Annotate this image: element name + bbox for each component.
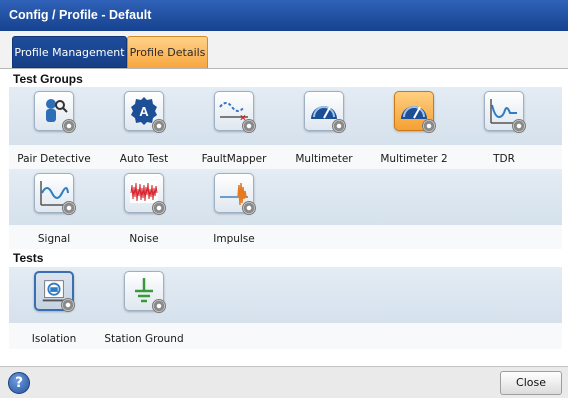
tab-profile-management[interactable]: Profile Management <box>12 36 127 68</box>
pair-detective-item[interactable]: Pair Detective <box>9 69 99 169</box>
profile-details-panel: Test Groups Tests Pair Detective A Auto … <box>9 69 562 361</box>
svg-text:A: A <box>139 104 149 119</box>
ground-icon[interactable] <box>124 271 166 313</box>
tdr-label: TDR <box>493 153 515 165</box>
impulse-icon[interactable] <box>214 173 256 215</box>
faultmapper-icon[interactable]: × <box>214 91 256 133</box>
signal-item[interactable]: Signal <box>9 169 99 249</box>
multimeter-2-icon[interactable] <box>394 91 436 133</box>
impulse-item[interactable]: Impulse <box>189 169 279 249</box>
impulse-label: Impulse <box>213 233 255 245</box>
isolation-icon[interactable] <box>34 271 75 312</box>
faultmapper-label: FaultMapper <box>201 153 267 165</box>
noise-item[interactable]: Noise <box>99 169 189 249</box>
faultmapper-item[interactable]: × FaultMapper <box>189 69 279 169</box>
pair-detective-label: Pair Detective <box>17 153 91 165</box>
tdr-icon[interactable] <box>484 91 526 133</box>
help-icon[interactable]: ? <box>8 372 30 394</box>
isolation-item[interactable]: Isolation <box>9 267 99 349</box>
pair-detective-icon[interactable] <box>34 91 76 133</box>
bottom-bar: ? Close <box>0 366 568 398</box>
auto-test-label: Auto Test <box>119 153 169 165</box>
noise-icon[interactable] <box>124 173 166 215</box>
isolation-label: Isolation <box>31 333 77 345</box>
signal-label: Signal <box>37 233 71 245</box>
close-button[interactable]: Close <box>500 371 562 395</box>
tab-profile-details[interactable]: Profile Details <box>127 36 208 68</box>
station-ground-item[interactable]: Station Ground <box>99 267 189 349</box>
multimeter-label: Multimeter <box>295 153 353 165</box>
multimeter-2-label: Multimeter 2 <box>380 153 448 165</box>
multimeter-icon[interactable] <box>304 91 346 133</box>
multimeter-2-item[interactable]: Multimeter 2 <box>369 69 459 169</box>
tests-header: Tests <box>13 251 44 265</box>
signal-icon[interactable] <box>34 173 76 215</box>
noise-label: Noise <box>129 233 159 245</box>
tab-strip: Profile Management Profile Details <box>0 31 568 69</box>
tdr-item[interactable]: TDR <box>459 69 549 169</box>
multimeter-item[interactable]: Multimeter <box>279 69 369 169</box>
auto-test-item[interactable]: A Auto Test <box>99 69 189 169</box>
window-title: Config / Profile - Default <box>0 0 568 31</box>
auto-test-icon[interactable]: A <box>124 91 166 133</box>
station-ground-label: Station Ground <box>104 333 184 345</box>
